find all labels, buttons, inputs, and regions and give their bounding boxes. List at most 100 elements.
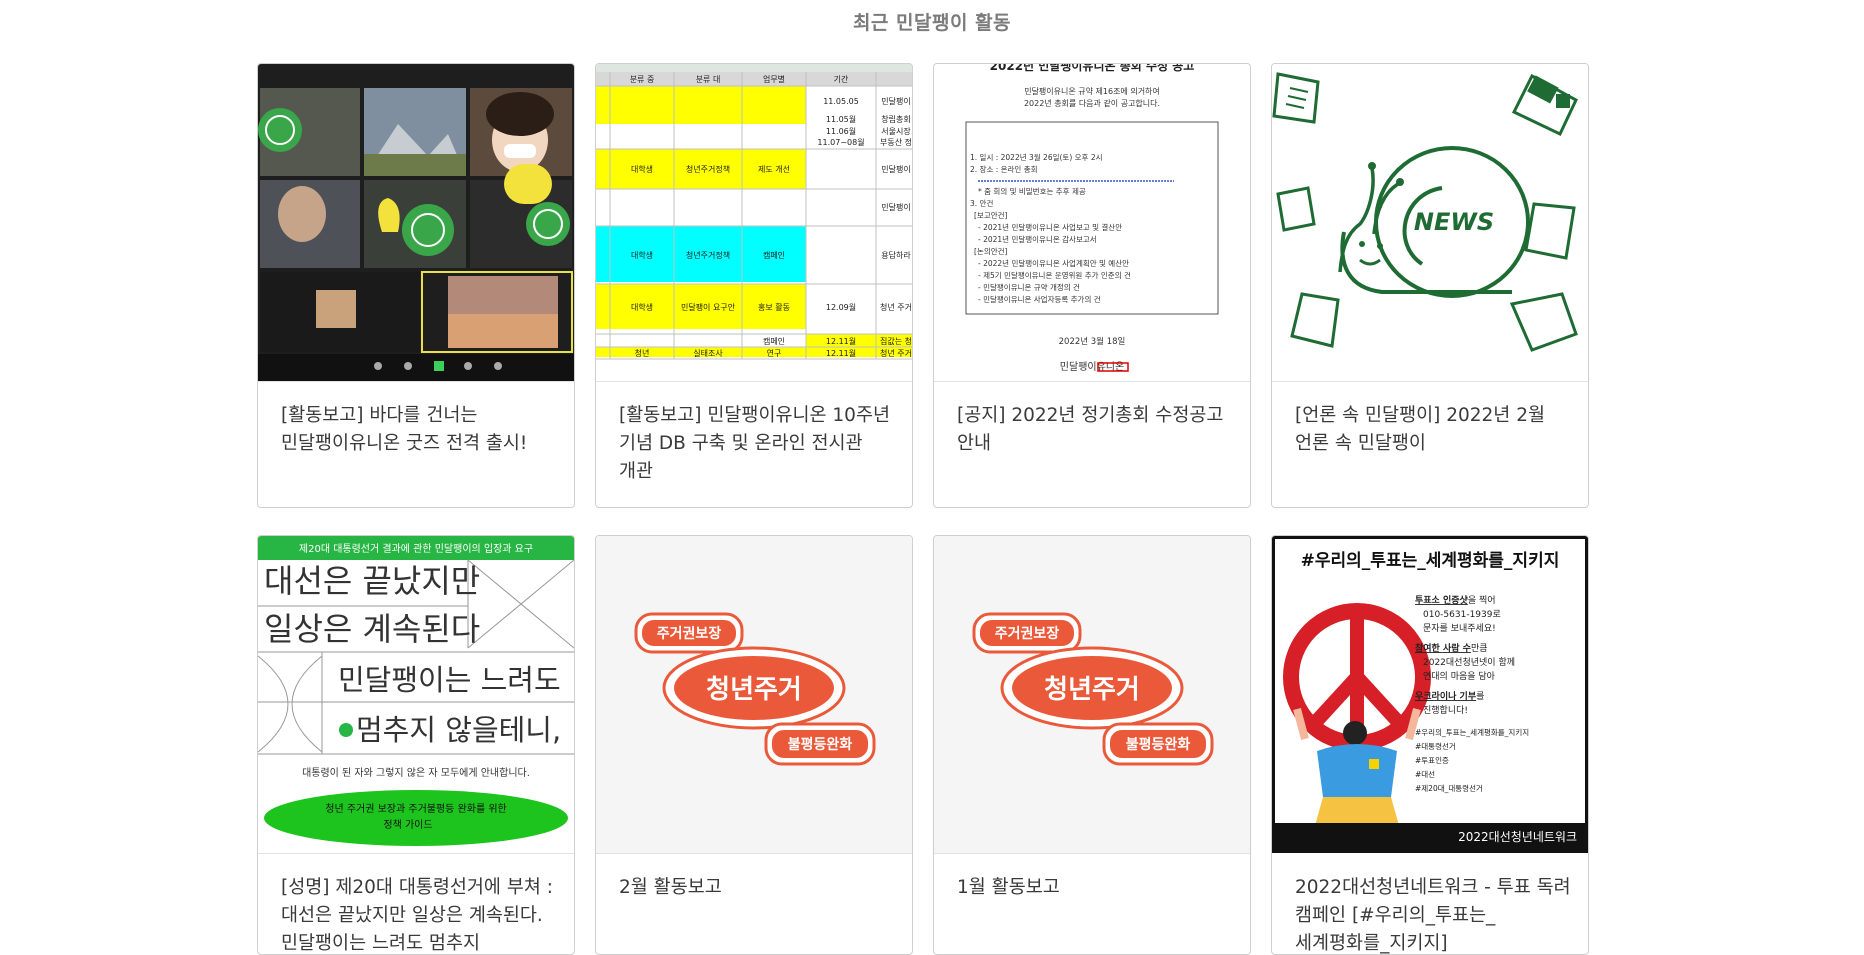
sheet-cell: 12.11월 bbox=[826, 348, 856, 358]
sticker-label: 청년주거 bbox=[1044, 675, 1140, 705]
sheet-cell: 민달팽이 bbox=[881, 202, 910, 212]
campaign-step: 투표소 인증샷을 찍어 bbox=[1415, 594, 1496, 606]
campaign-step: 문자를 보내주세요! bbox=[1423, 623, 1496, 634]
post-card[interactable]: 주거권보장 청년주거 불평등완화 1월 활동보고 bbox=[933, 535, 1251, 955]
sheet-cell: 대학생 bbox=[631, 164, 653, 174]
campaign-tag: #우리의_투표는_세계평화를_지키지 bbox=[1415, 727, 1529, 737]
doc-line: - 2022년 민달팽이유니온 사업계획안 및 예산안 bbox=[978, 258, 1129, 268]
sheet-cell: 청년 bbox=[635, 348, 650, 358]
poster-pill: 정책 가이드 bbox=[383, 819, 432, 831]
sheet-cell: 연구 bbox=[767, 349, 782, 358]
post-card[interactable]: 2022년 민달팽이유니온 총회 수정 공고 민달팽이유니온 규약 제16조에 … bbox=[933, 63, 1251, 508]
post-card[interactable]: [활동보고] 바다를 건너는 민달팽이유니온 굿즈 전격 출시! bbox=[257, 63, 575, 508]
sheet-cell: 민달팽이 bbox=[881, 96, 910, 106]
news-badge: NEWS bbox=[1414, 208, 1494, 236]
doc-line: [보고안건] bbox=[974, 210, 1008, 220]
sticker-label: 청년주거 bbox=[706, 675, 802, 705]
doc-line: - 민달팽이유니온 사업자등록 추가의 건 bbox=[978, 294, 1101, 304]
post-thumbnail: NEWS bbox=[1272, 64, 1588, 382]
post-thumbnail: 분류 중 분류 대 업무별 기간 11.05.05 민달팽이 11.05월 창립… bbox=[596, 64, 912, 382]
campaign-step: 2022대선청년넷이 함께 bbox=[1423, 657, 1515, 668]
post-card[interactable]: 주거권보장 청년주거 불평등완화 2월 활동보고 bbox=[595, 535, 913, 955]
sheet-cell: 11.05월 bbox=[826, 114, 856, 124]
post-title[interactable]: [활동보고] 민달팽이유니온 10주년 기념 DB 구축 및 온라인 전시관 개… bbox=[619, 402, 895, 486]
doc-line: 1. 일시 : 2022년 3월 26일(토) 오후 2시 bbox=[970, 152, 1103, 162]
sticker-label: 불평등완화 bbox=[788, 736, 853, 753]
poster-line2: 일상은 계속된다 bbox=[264, 610, 480, 648]
sheet-cell: 서울시장 bbox=[881, 126, 911, 136]
poster-line4: 멈추지 않을테니, bbox=[356, 713, 561, 747]
post-thumbnail: 주거권보장 청년주거 불평등완화 bbox=[596, 536, 912, 854]
sheet-cell: 민달팽이 bbox=[881, 164, 910, 174]
post-thumbnail: 2022년 민달팽이유니온 총회 수정 공고 민달팽이유니온 규약 제16조에 … bbox=[934, 64, 1250, 382]
sheet-cell: 청년 주거 bbox=[880, 348, 912, 358]
sheet-cell: 민달팽이 요구안 bbox=[681, 302, 736, 312]
sheet-cell: 청년주거정책 bbox=[686, 164, 730, 174]
poster-banner: 제20대 대통령선거 결과에 관한 민달팽이의 입장과 요구 bbox=[299, 542, 533, 555]
sheet-header: 분류 중 bbox=[630, 75, 655, 84]
post-thumbnail: 제20대 대통령선거 결과에 관한 민달팽이의 입장과 요구 대선은 끝났지만 … bbox=[258, 536, 574, 854]
campaign-step: 연대의 마음을 담아 bbox=[1423, 670, 1496, 682]
sheet-cell: 제도 개선 bbox=[758, 164, 790, 174]
post-thumbnail: 주거권보장 청년주거 불평등완화 bbox=[934, 536, 1250, 854]
sheet-cell: 집값는 청 bbox=[880, 336, 912, 346]
sheet-header: 업무별 bbox=[763, 74, 785, 84]
sheet-cell: 용답하라 bbox=[881, 250, 911, 260]
doc-line: * 줌 회의 및 비밀번호는 추후 제공 bbox=[978, 186, 1086, 196]
sticker-label: 불평등완화 bbox=[1126, 736, 1191, 753]
sheet-header: 분류 대 bbox=[696, 75, 721, 84]
post-card[interactable]: NEWS [언론 속 민달팽이] 2022년 2월 언론 속 민달팽이 bbox=[1271, 63, 1589, 508]
campaign-tag: #제20대_대통령선거 bbox=[1415, 784, 1483, 793]
poster-line1: 대선은 끝났지만 bbox=[264, 562, 480, 600]
sheet-cell: 12.09월 bbox=[826, 302, 856, 312]
sheet-cell: 캠페인 bbox=[763, 336, 785, 346]
doc-header: 2022년 민달팽이유니온 총회 수정 공고 bbox=[990, 64, 1195, 73]
doc-line: 2. 장소 : 온라인 총회 bbox=[970, 164, 1038, 174]
sticker-label: 주거권보장 bbox=[657, 625, 722, 642]
doc-line: - 2021년 민달팽이유니온 감사보고서 bbox=[978, 234, 1097, 244]
campaign-step: 참여한 사람 수만큼 bbox=[1415, 642, 1488, 654]
post-card[interactable]: 분류 중 분류 대 업무별 기간 11.05.05 민달팽이 11.05월 창립… bbox=[595, 63, 913, 508]
poster-guide: 대통령이 된 자와 그렇지 않은 자 모두에게 안내합니다. bbox=[302, 766, 530, 779]
post-title[interactable]: [성명] 제20대 대통령선거에 부쳐 : 대선은 끝났지만 일상은 계속된다.… bbox=[281, 874, 557, 954]
doc-intro: 민달팽이유니온 규약 제16조에 의거하여 bbox=[1024, 86, 1160, 96]
poster-line3: 민달팽이는 느려도 bbox=[338, 663, 561, 697]
post-thumbnail: #우리의_투표는_세계평화를_지키지 투표소 인증샷을 찍어 010-5631-… bbox=[1272, 536, 1588, 853]
sheet-cell: 12.11월 bbox=[826, 336, 856, 346]
sheet-cell: 대학생 bbox=[631, 302, 653, 312]
post-title[interactable]: [공지] 2022년 정기총회 수정공고 안내 bbox=[957, 402, 1233, 458]
campaign-tag: #투표인증 bbox=[1415, 755, 1449, 765]
doc-intro: 2022년 총회를 다음과 같이 공고합니다. bbox=[1024, 98, 1160, 108]
sheet-cell: 부동산 정 bbox=[880, 137, 912, 147]
sticker-label: 주거권보장 bbox=[995, 625, 1060, 642]
post-title[interactable]: [활동보고] 바다를 건너는 민달팽이유니온 굿즈 전격 출시! bbox=[281, 402, 557, 458]
post-title[interactable]: 2월 활동보고 bbox=[619, 874, 895, 902]
sheet-cell: 대학생 bbox=[631, 250, 653, 260]
doc-line: [논의안건] bbox=[974, 246, 1008, 256]
post-card[interactable]: 제20대 대통령선거 결과에 관한 민달팽이의 입장과 요구 대선은 끝났지만 … bbox=[257, 535, 575, 955]
campaign-step: 진행합니다! bbox=[1423, 704, 1468, 716]
poster-pill: 청년 주거권 보장과 주거불평등 완화를 위한 bbox=[325, 802, 507, 815]
doc-date: 2022년 3월 18일 bbox=[1059, 336, 1126, 347]
sheet-cell: 홍보 활동 bbox=[758, 302, 790, 312]
sheet-cell: 실태조사 bbox=[693, 348, 723, 358]
doc-line: - 민달팽이유니온 규약 개정의 건 bbox=[978, 282, 1080, 292]
sheet-cell: 11.05.05 bbox=[823, 97, 859, 106]
campaign-tag: #대통령선거 bbox=[1415, 742, 1456, 751]
campaign-tag: #대선 bbox=[1415, 770, 1435, 779]
doc-line: 3. 안건 bbox=[970, 198, 993, 208]
doc-line: - 2021년 민달팽이유니온 사업보고 및 결산안 bbox=[978, 222, 1122, 232]
sheet-cell: 11.06월 bbox=[826, 126, 856, 136]
post-title[interactable]: 1월 활동보고 bbox=[957, 874, 1233, 902]
section-title: 최근 민달팽이 활동 bbox=[852, 12, 1012, 34]
post-card[interactable]: #우리의_투표는_세계평화를_지키지 투표소 인증샷을 찍어 010-5631-… bbox=[1271, 535, 1589, 955]
sheet-cell: 청년주거정책 bbox=[686, 250, 730, 260]
sheet-cell: 11.07~08월 bbox=[817, 137, 864, 147]
sheet-cell: 청년 주거 bbox=[880, 302, 912, 312]
campaign-footer: 2022대선청년네트워크 bbox=[1458, 830, 1577, 844]
post-thumbnail bbox=[258, 64, 574, 382]
post-title[interactable]: [언론 속 민달팽이] 2022년 2월 언론 속 민달팽이 bbox=[1295, 402, 1571, 458]
post-title[interactable]: 2022대선청년네트워크 - 투표 독려 캠페인 [#우리의_투표는_세계평화를… bbox=[1295, 874, 1571, 954]
sheet-cell: 캠페인 bbox=[763, 250, 785, 260]
sheet-header: 기간 bbox=[834, 74, 849, 84]
